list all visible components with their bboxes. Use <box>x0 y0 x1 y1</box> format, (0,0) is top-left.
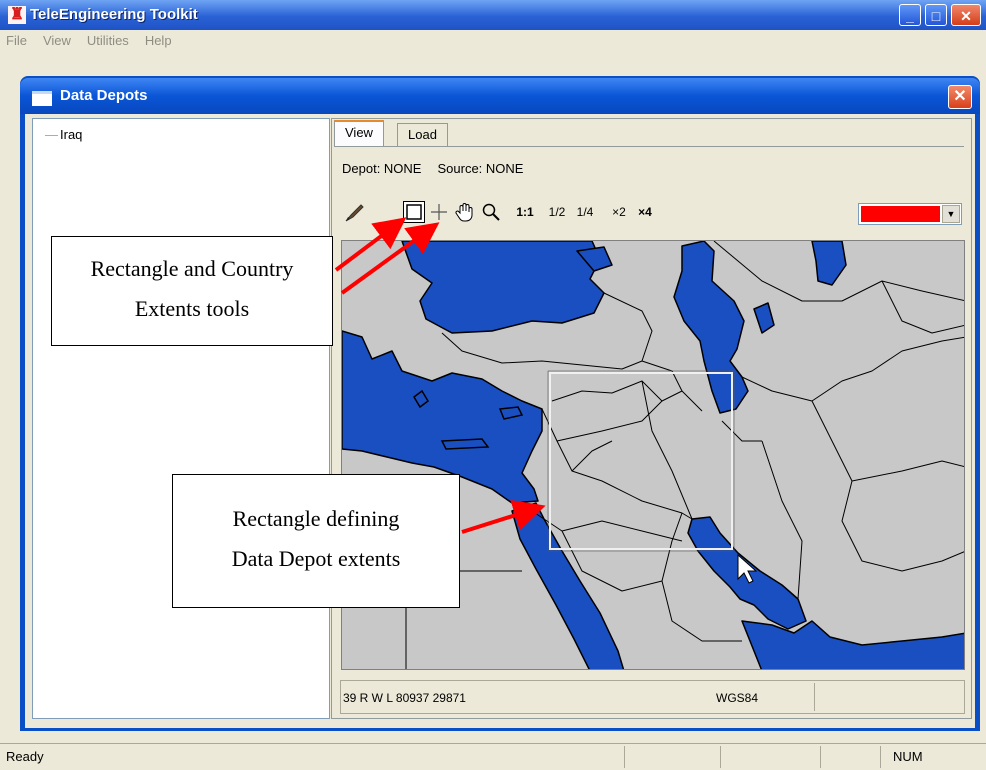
arrow-to-extents-tool <box>340 222 440 295</box>
arrow-to-rectangle-tool <box>334 217 407 272</box>
arrow-to-depot-rectangle <box>461 499 546 534</box>
annotation-arrows <box>334 217 546 534</box>
